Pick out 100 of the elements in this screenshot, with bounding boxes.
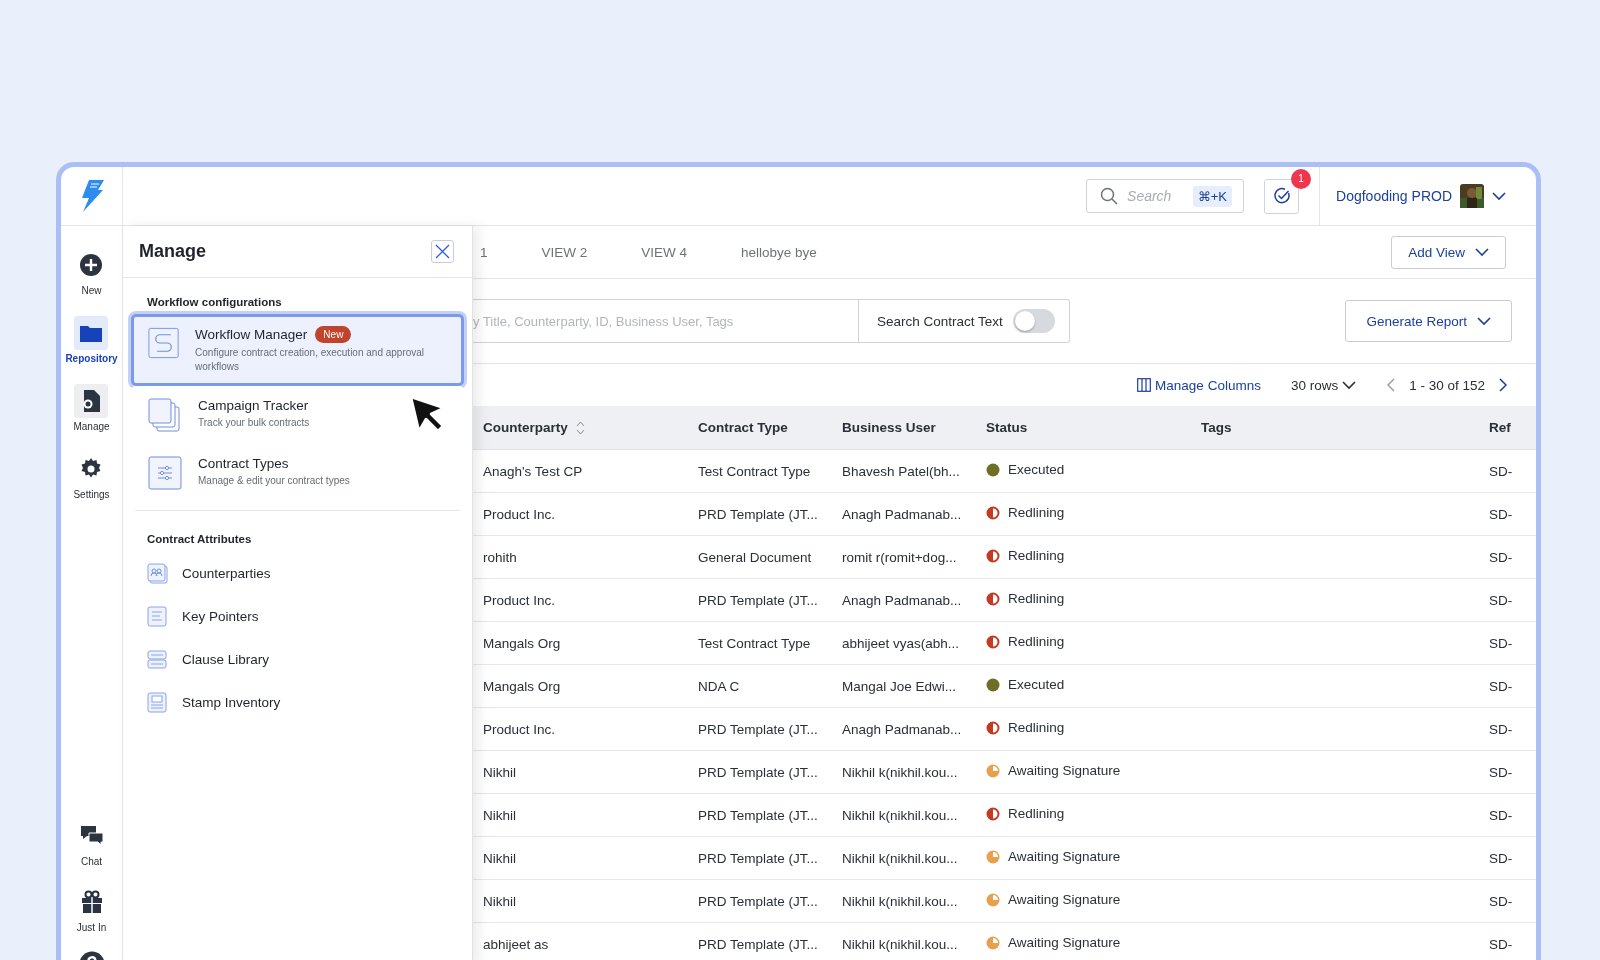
table-cell: Nikhil — [473, 879, 688, 923]
table-cell: Product Inc. — [473, 707, 688, 751]
table-cell: SD- — [1479, 535, 1536, 579]
table-cell: Nikhil k(nikhil.kou... — [832, 793, 976, 837]
rail-item[interactable]: Just In — [74, 885, 109, 933]
table-cell: SD- — [1479, 793, 1536, 837]
status-label: Redlining — [1008, 720, 1065, 735]
table-cell: PRD Template (JT... — [688, 707, 832, 751]
table-cell: Nikhil — [473, 750, 688, 794]
status-label: Redlining — [1008, 548, 1065, 563]
table-cell: SD- — [1479, 922, 1536, 960]
table-cell: rohith — [473, 535, 688, 579]
table-cell: NDA C — [688, 664, 832, 708]
table-cell: Nikhil k(nikhil.kou... — [832, 750, 976, 794]
table-cell: Anagh Padmanab... — [832, 578, 976, 622]
table-cell: Nikhil k(nikhil.kou... — [832, 836, 976, 880]
column-header[interactable]: Tags — [1191, 406, 1479, 450]
table-cell: SD- — [1479, 707, 1536, 751]
table-cell: Nikhil k(nikhil.kou... — [832, 879, 976, 923]
search-field[interactable]: y Title, Counterparty, ID, Business User, Tags — [473, 299, 859, 343]
table-cell: SD- — [1479, 578, 1536, 622]
generate-report-button[interactable]: Generate Report — [1345, 300, 1512, 342]
view-tab[interactable]: VIEW 4 — [641, 244, 688, 260]
view-tab[interactable]: VIEW 2 — [541, 244, 588, 260]
view-tab[interactable]: 1 — [480, 244, 488, 260]
new-badge: New — [315, 326, 352, 343]
table-cell: Mangals Org — [473, 621, 688, 665]
table-cell: SD- — [1479, 750, 1536, 794]
column-header[interactable]: Ref — [1479, 406, 1536, 450]
table-cell: SD- — [1479, 449, 1536, 493]
column-header[interactable]: Business User — [832, 406, 976, 450]
table-cell: PRD Template (JT... — [688, 879, 832, 923]
column-header[interactable]: Contract Type — [688, 406, 832, 450]
table-cell: Bhavesh Patel(bh... — [832, 449, 976, 493]
table-cell: SD- — [1479, 664, 1536, 708]
table-cell: SD- — [1479, 621, 1536, 665]
manage-columns-link[interactable]: Manage Columns — [1137, 377, 1261, 393]
table-cell: PRD Template (JT... — [688, 750, 832, 794]
rail-item[interactable]: Chat — [74, 819, 109, 867]
card-description: Configure contract creation, execution and approval workflows — [195, 346, 426, 374]
status-label: Awaiting Signature — [1008, 763, 1121, 778]
table-cell: PRD Template (JT... — [688, 793, 832, 837]
table-cell: Product Inc. — [473, 492, 688, 536]
table-cell: PRD Template (JT... — [688, 492, 832, 536]
status-label: Executed — [1008, 462, 1065, 477]
status-label: Awaiting Signature — [1008, 849, 1121, 864]
workspace-menu[interactable]: Dogfooding PROD — [1336, 184, 1506, 208]
panel-title: Manage — [139, 241, 207, 262]
column-header[interactable]: Counterparty — [473, 406, 688, 450]
table-cell: abhijeet as — [473, 922, 688, 960]
card-title: Campaign Tracker — [198, 398, 309, 413]
table-cell: SD- — [1479, 879, 1536, 923]
notification-badge: 1 — [1291, 168, 1312, 189]
table-cell: Anagh's Test CP — [473, 449, 688, 493]
table-cell: Nikhil k(nikhil.kou... — [832, 922, 976, 960]
menu-item[interactable]: Clause Library — [147, 649, 448, 670]
column-header[interactable]: Status — [976, 406, 1191, 450]
table-cell: PRD Template (JT... — [688, 578, 832, 622]
rail-item[interactable]: Repository — [65, 316, 118, 364]
status-label: Redlining — [1008, 505, 1065, 520]
menu-item[interactable]: Stamp Inventory — [147, 692, 448, 713]
toggle-label: Search Contract Text — [877, 313, 1003, 329]
card-title: Workflow Manager — [195, 327, 308, 342]
table-cell: Test Contract Type — [688, 449, 832, 493]
status-label: Executed — [1008, 677, 1065, 692]
rail-item[interactable]: Manage — [65, 384, 118, 432]
table-cell: PRD Template (JT... — [688, 922, 832, 960]
card-description: Track your bulk contracts — [198, 416, 310, 430]
table-cell: Nikhil — [473, 793, 688, 837]
shortcut-hint: ⌘+K — [1192, 186, 1233, 207]
rail-item[interactable]: New — [65, 248, 118, 296]
menu-item[interactable]: Counterparties — [147, 563, 448, 584]
table-cell: Nikhil — [473, 836, 688, 880]
status-label: Awaiting Signature — [1008, 892, 1121, 907]
page-range: 1 - 30 of 152 — [1409, 377, 1485, 393]
card-description: Manage & edit your contract types — [198, 474, 350, 488]
table-cell: SD- — [1479, 492, 1536, 536]
table-cell: Anagh Padmanab... — [832, 492, 976, 536]
section-heading: Contract Attributes — [146, 532, 253, 547]
add-view-button[interactable]: Add View — [1391, 235, 1506, 269]
view-tab[interactable]: hellobye bye — [741, 244, 817, 260]
status-label: Redlining — [1008, 591, 1065, 606]
rail-item[interactable]: Settings — [65, 452, 118, 500]
section-heading: Workflow configurations — [146, 295, 283, 310]
card-title: Contract Types — [198, 456, 289, 471]
rows-dropdown[interactable]: 30 rows — [1290, 377, 1357, 393]
table-cell: Product Inc. — [473, 578, 688, 622]
table-cell: Anagh Padmanab... — [832, 707, 976, 751]
table-cell: abhijeet vyas(abh... — [832, 621, 976, 665]
menu-item[interactable]: Key Pointers — [147, 606, 448, 627]
table-cell: Mangal Joe Edwi... — [832, 664, 976, 708]
table-cell: SD- — [1479, 836, 1536, 880]
status-label: Redlining — [1008, 634, 1065, 649]
table-cell: Mangals Org — [473, 664, 688, 708]
table-cell: romit r(romit+dog... — [832, 535, 976, 579]
menu-card[interactable]: Workflow Manager New Configure contract creation, execution and approval workflows — [131, 314, 464, 386]
table-cell: PRD Template (JT... — [688, 836, 832, 880]
table-cell: Test Contract Type — [688, 621, 832, 665]
status-label: Redlining — [1008, 806, 1065, 821]
table-cell: General Document — [688, 535, 832, 579]
